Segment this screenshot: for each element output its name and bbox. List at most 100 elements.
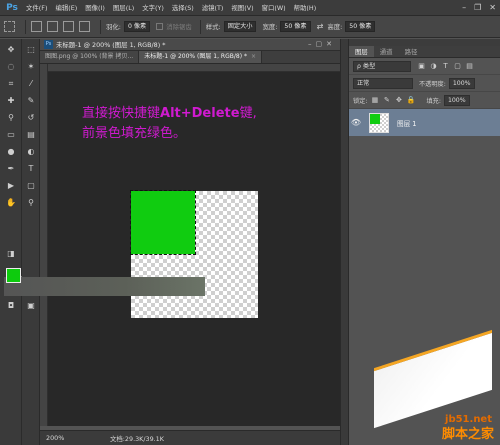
filter-adjust-icon[interactable]: ◑ [429, 62, 438, 71]
crop-tool-icon[interactable]: ⌗ [4, 77, 18, 90]
layer-row[interactable]: 👁 图层 1 [349, 109, 500, 136]
layer-kind-select[interactable]: ρ 类型 [353, 60, 411, 72]
hand-tool-icon[interactable]: ✋ [4, 196, 18, 209]
path-select-icon[interactable]: ▶ [4, 179, 18, 192]
blur-tool-icon[interactable]: ● [4, 145, 18, 158]
magic-wand-icon[interactable]: ✶ [24, 60, 38, 73]
layer-name[interactable]: 图层 1 [397, 118, 416, 128]
pen-tool-icon[interactable]: ✒ [4, 162, 18, 175]
shape-tool-icon[interactable]: ▢ [24, 179, 38, 192]
document-size: 文档:29.3K/39.1K [110, 434, 164, 443]
quick-mask-icon[interactable]: ◘ [4, 299, 18, 312]
menu-help[interactable]: 帮助(H) [294, 3, 317, 12]
tab-channels[interactable]: 通道 [374, 46, 399, 57]
lock-transparent-icon[interactable]: ▦ [370, 96, 379, 105]
type-tool-icon[interactable]: T [24, 162, 38, 175]
document-title: 未标题-1 @ 200% (图层 1, RGB/8) * [56, 41, 166, 49]
menu-edit[interactable]: 编辑(E) [55, 3, 77, 12]
foreground-color-swatch[interactable] [6, 268, 21, 283]
watermark-name: 脚本之家 [441, 427, 494, 442]
feather-label: 羽化: [106, 23, 121, 31]
panel-header [349, 39, 500, 46]
options-bar: 羽化: 0 像素 消除锯齿 样式: 固定大小 宽度: 50 像素 ⇄ 高度: 5… [0, 16, 500, 38]
width-label: 宽度: [262, 23, 278, 31]
menu-view[interactable]: 视图(V) [231, 3, 253, 12]
tab-label: 图图.png @ 100% (背景 拷贝... [45, 53, 134, 60]
tools-panel: ✥ ◌ ⌗ ✚ ⚲ ▭ ● ✒ ▶ ✋ ◨ ◘ [0, 39, 30, 445]
status-bar: 200% 文档:29.3K/39.1K [40, 430, 340, 445]
opacity-input[interactable]: 100% [448, 77, 475, 89]
style-label: 样式: [205, 23, 221, 31]
close-icon[interactable]: ✕ [489, 3, 496, 12]
lasso-tool-icon[interactable]: ◌ [4, 60, 18, 73]
document-title-bar: Ps 未标题-1 @ 200% (图层 1, RGB/8) * –▢✕ [40, 39, 340, 51]
fill-input[interactable]: 100% [443, 94, 470, 106]
antialias-checkbox[interactable] [156, 23, 164, 30]
eraser-icon[interactable]: ▭ [4, 128, 18, 141]
visibility-eye-icon[interactable]: 👁 [349, 118, 363, 127]
minimize-icon[interactable]: – [462, 3, 466, 12]
style-select[interactable]: 固定大小 [223, 21, 257, 32]
photoshop-logo: Ps [6, 2, 18, 13]
history-brush-icon[interactable]: ↺ [24, 111, 38, 124]
lock-pixels-icon[interactable]: ✎ [382, 96, 391, 105]
filter-pixel-icon[interactable]: ▣ [417, 62, 426, 71]
tab-untitled-1[interactable]: 未标题-1 @ 200% (图层 1, RGB/8) * × [139, 51, 262, 63]
opacity-label: 不透明度: [419, 80, 446, 88]
antialias-label: 消除锯齿 [166, 23, 192, 31]
ps-document-icon: Ps [44, 40, 53, 49]
default-colors-icon[interactable]: ◨ [4, 247, 18, 260]
brush-tool-icon[interactable]: ✎ [24, 94, 38, 107]
menu-image[interactable]: 图像(I) [85, 3, 105, 12]
lock-row: 锁定: ▦ ✎ ✥ 🔒 填充: 100% [349, 92, 500, 109]
add-selection-icon[interactable] [47, 21, 58, 32]
document-window-controls[interactable]: –▢✕ [308, 40, 336, 48]
tab-label: 未标题-1 @ 200% (图层 1, RGB/8) * [144, 53, 247, 60]
subtract-selection-icon[interactable] [63, 21, 74, 32]
filter-smart-icon[interactable]: ▤ [465, 62, 474, 71]
tools-panel-column-2: ⬚ ✶ ⁄ ✎ ↺ ▤ ◐ T ▢ ⚲ ▣ [22, 39, 40, 445]
zoom-tool-icon[interactable]: ⚲ [24, 196, 38, 209]
layer-thumbnail [369, 112, 389, 133]
menu-filter[interactable]: 滤镜(T) [202, 3, 224, 12]
menu-layer[interactable]: 图层(L) [113, 3, 134, 12]
lock-position-icon[interactable]: ✥ [394, 96, 403, 105]
gradient-tool-icon[interactable]: ▤ [24, 128, 38, 141]
height-input[interactable]: 50 像素 [345, 21, 376, 32]
swap-icon[interactable]: ⇄ [317, 22, 324, 31]
feather-input[interactable]: 0 像素 [123, 21, 151, 32]
screen-mode-icon[interactable]: ▣ [24, 299, 38, 312]
clone-stamp-icon[interactable]: ⚲ [4, 111, 18, 124]
tab-paths[interactable]: 路径 [399, 46, 424, 57]
menu-file[interactable]: 文件(F) [26, 3, 47, 12]
tab-image-png[interactable]: 图图.png @ 100% (背景 拷贝... [40, 51, 140, 63]
green-filled-selection[interactable] [130, 190, 196, 255]
fill-label: 填充: [426, 97, 441, 105]
vertical-ruler[interactable] [40, 64, 48, 426]
blend-mode-select[interactable]: 正常 [353, 77, 413, 89]
marquee-tool-icon[interactable] [4, 21, 15, 32]
healing-brush-icon[interactable]: ✚ [4, 94, 18, 107]
document-tabs: 图图.png @ 100% (背景 拷贝... 未标题-1 @ 200% (图层… [40, 51, 340, 64]
horizontal-ruler[interactable] [48, 64, 340, 72]
filter-shape-icon[interactable]: ▢ [453, 62, 462, 71]
lock-label: 锁定: [353, 97, 368, 105]
eyedropper-icon[interactable]: ⁄ [24, 77, 38, 90]
close-tab-icon[interactable]: × [251, 53, 256, 60]
watermark: jb51.net 脚本之家 [350, 329, 500, 445]
filter-type-icon[interactable]: T [441, 62, 450, 71]
zoom-level[interactable]: 200% [46, 434, 80, 442]
dodge-tool-icon[interactable]: ◐ [24, 145, 38, 158]
width-input[interactable]: 50 像素 [280, 21, 311, 32]
menu-select[interactable]: 选择(S) [172, 3, 194, 12]
menu-window[interactable]: 窗口(W) [262, 3, 286, 12]
menu-type[interactable]: 文字(Y) [142, 3, 164, 12]
restore-icon[interactable]: ❐ [474, 3, 481, 12]
move-tool-icon[interactable]: ✥ [4, 43, 18, 56]
marquee-tool-icon[interactable]: ⬚ [24, 43, 38, 56]
menu-bar: Ps 文件(F) 编辑(E) 图像(I) 图层(L) 文字(Y) 选择(S) 滤… [0, 0, 500, 16]
tab-layers[interactable]: 图层 [349, 46, 374, 57]
intersect-selection-icon[interactable] [79, 21, 90, 32]
lock-all-icon[interactable]: 🔒 [406, 96, 416, 105]
new-selection-icon[interactable] [31, 21, 42, 32]
